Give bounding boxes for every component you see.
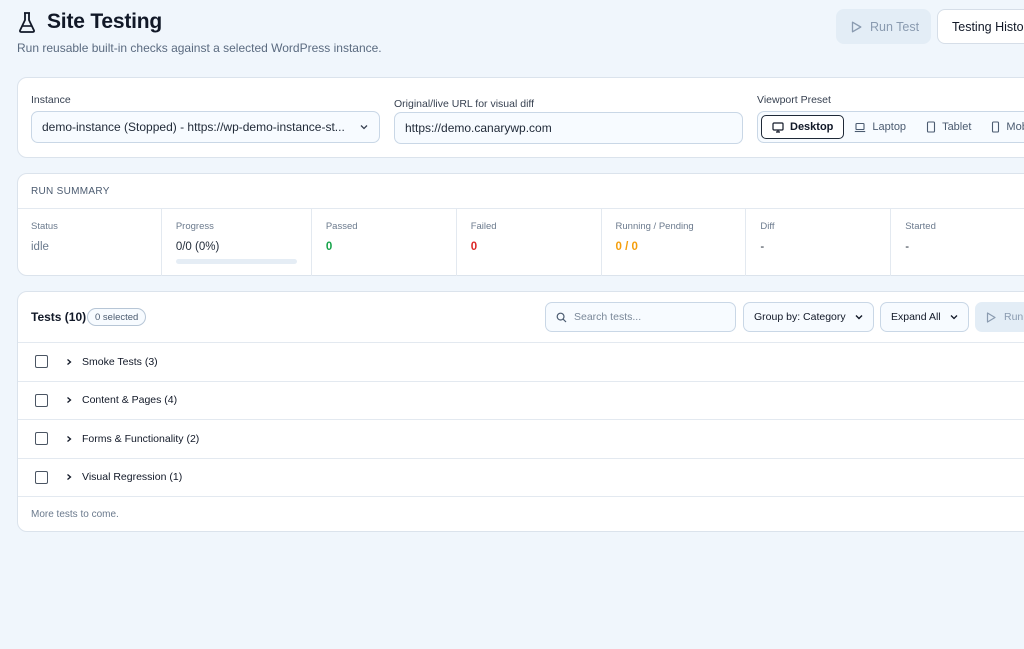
test-group-row[interactable]: Forms & Functionality (2) xyxy=(18,420,1024,459)
run-selected-label: Run Selected xyxy=(1004,311,1024,323)
running-pending-label: Running / Pending xyxy=(615,221,694,232)
testing-history-button[interactable]: Testing History xyxy=(937,9,1024,44)
tests-footer-note: More tests to come. xyxy=(31,508,119,520)
laptop-icon xyxy=(854,122,866,133)
chevron-down-icon xyxy=(359,122,369,132)
run-summary-card: RUN SUMMARY Status idle Progress 0/0 (0%… xyxy=(17,173,1024,276)
run-test-label: Run Test xyxy=(870,19,920,34)
group-checkbox[interactable] xyxy=(35,393,48,407)
test-group-row[interactable]: Smoke Tests (3) xyxy=(18,343,1024,382)
failed-label: Failed xyxy=(470,221,497,232)
group-by-label: Group by: Category xyxy=(754,311,846,323)
passed-label: Passed xyxy=(325,221,358,232)
progress-label: Progress xyxy=(175,221,214,232)
live-url-value: https://demo.canarywp.com xyxy=(405,121,552,135)
instance-label: Instance xyxy=(31,94,71,106)
group-label: Smoke Tests (3) xyxy=(82,355,158,368)
group-checkbox[interactable] xyxy=(35,470,48,484)
selected-count-badge: 0 selected xyxy=(87,308,147,326)
progress-value: 0/0 (0%) xyxy=(175,241,220,253)
status-label: Status xyxy=(31,221,58,232)
started-label: Started xyxy=(905,221,936,232)
instance-select[interactable]: demo-instance (Stopped) - https://wp-dem… xyxy=(31,111,380,143)
tests-title: Tests (10) xyxy=(31,310,87,324)
flask-icon xyxy=(17,11,37,33)
stat-diff: Diff - xyxy=(746,209,892,276)
run-selected-button[interactable]: Run Selected xyxy=(975,302,1024,332)
live-url-input[interactable]: https://demo.canarywp.com xyxy=(394,112,743,144)
group-label: Forms & Functionality (2) xyxy=(82,432,200,445)
group-checkbox[interactable] xyxy=(35,432,48,446)
stat-running-pending: Running / Pending 0 / 0 xyxy=(602,209,747,276)
play-icon xyxy=(851,21,862,33)
page-subtitle: Run reusable built-in checks against a s… xyxy=(17,41,382,55)
site-testing-page: Site Testing Run reusable built-in check… xyxy=(0,0,1024,649)
started-value: - xyxy=(905,241,910,253)
run-summary-heading: RUN SUMMARY xyxy=(18,174,1024,209)
viewport-desktop-button[interactable]: Desktop xyxy=(761,115,845,139)
viewport-tablet-button[interactable]: Tablet xyxy=(916,115,981,139)
play-icon xyxy=(986,311,996,323)
chevron-right-icon[interactable] xyxy=(65,396,73,404)
running-pending-value: 0 / 0 xyxy=(615,241,638,253)
phone-icon xyxy=(991,121,1000,133)
failed-value: 0 xyxy=(470,241,478,253)
group-checkbox[interactable] xyxy=(35,355,48,369)
page-header: Site Testing Run reusable built-in check… xyxy=(17,10,382,55)
monitor-icon xyxy=(772,121,784,133)
viewport-mobile-button[interactable]: Mobile xyxy=(981,115,1024,139)
chevron-right-icon[interactable] xyxy=(65,435,73,443)
diff-label: Diff xyxy=(760,221,775,232)
tablet-icon xyxy=(926,121,936,133)
group-by-select[interactable]: Group by: Category xyxy=(743,302,874,332)
testing-history-label: Testing History xyxy=(952,19,1024,34)
test-group-row[interactable]: Content & Pages (4) xyxy=(18,382,1024,420)
chevron-right-icon[interactable] xyxy=(65,473,73,481)
search-tests-field[interactable] xyxy=(545,302,736,332)
viewport-mobile-label: Mobile xyxy=(1006,121,1024,133)
status-value: idle xyxy=(31,241,49,253)
search-icon xyxy=(556,312,567,323)
config-card: Instance demo-instance (Stopped) - https… xyxy=(17,77,1024,158)
page-title: Site Testing xyxy=(47,10,163,33)
stat-passed: Passed 0 xyxy=(312,209,457,276)
stat-status: Status idle xyxy=(18,209,162,276)
stat-progress: Progress 0/0 (0%) xyxy=(162,209,312,276)
viewport-label: Viewport Preset xyxy=(757,94,831,106)
url-label: Original/live URL for visual diff xyxy=(394,98,535,110)
viewport-desktop-label: Desktop xyxy=(790,121,834,133)
tests-card: Tests (10) 0 selected Group by: Category… xyxy=(17,291,1024,532)
viewport-laptop-label: Laptop xyxy=(872,121,907,133)
stat-failed: Failed 0 xyxy=(457,209,602,276)
chevron-right-icon[interactable] xyxy=(65,358,73,366)
viewport-preset-group: Desktop Laptop Tablet Mobile xyxy=(757,111,1024,143)
tests-toolbar: Tests (10) 0 selected Group by: Category… xyxy=(18,292,1024,343)
chevron-down-icon xyxy=(854,312,864,322)
diff-value: - xyxy=(760,241,765,253)
instance-value: demo-instance (Stopped) - https://wp-dem… xyxy=(42,120,345,134)
test-group-row[interactable]: Visual Regression (1) xyxy=(18,459,1024,497)
passed-value: 0 xyxy=(325,241,333,253)
viewport-tablet-label: Tablet xyxy=(942,121,972,133)
expand-all-button[interactable]: Expand All xyxy=(880,302,969,332)
chevron-down-icon xyxy=(949,312,959,322)
search-tests-input[interactable] xyxy=(574,311,724,323)
run-test-button[interactable]: Run Test xyxy=(836,9,931,44)
progress-bar xyxy=(175,259,297,264)
group-label: Content & Pages (4) xyxy=(82,394,178,407)
group-label: Visual Regression (1) xyxy=(82,471,183,484)
viewport-laptop-button[interactable]: Laptop xyxy=(844,115,916,139)
expand-all-label: Expand All xyxy=(891,311,941,323)
stat-started: Started - xyxy=(891,209,1024,276)
